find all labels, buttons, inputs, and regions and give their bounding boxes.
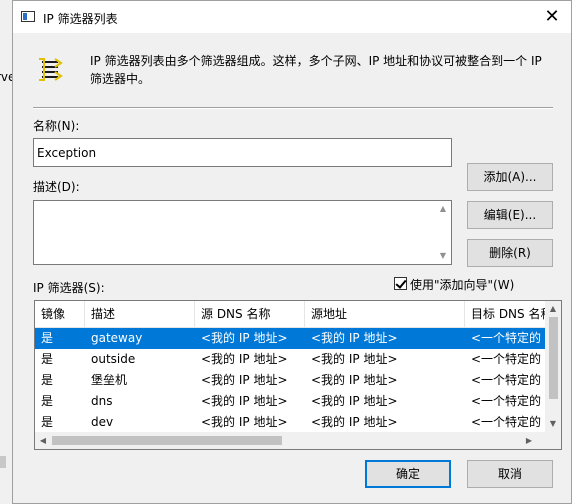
edit-button[interactable]: 编辑(E)... [467, 201, 553, 229]
cell-source-address: <我的 IP 地址> [311, 394, 398, 408]
list-vertical-scrollbar[interactable]: ▲ ▼ [545, 301, 561, 433]
cell-description: dev [91, 415, 114, 429]
info-description: IP 筛选器列表由多个筛选器组成。这样，多个子网、IP 地址和协议可被整合到一个… [90, 54, 542, 86]
ip-filter-list-dialog: IP 筛选器列表 ✕ IP 筛选器列表由多个筛选器组成。这样，多个子网、IP 地… [12, 0, 572, 504]
column-header-source-dns[interactable]: 源 DNS 名称 [195, 301, 305, 327]
scrollbar-corner [545, 432, 561, 449]
column-header-dest-dns[interactable]: 目标 DNS 名称 [465, 301, 545, 327]
cell-source-dns: <我的 IP 地址> [201, 352, 288, 366]
scroll-down-icon[interactable]: ▼ [435, 249, 451, 263]
list-header: 镜像 描述 源 DNS 名称 源地址 目标 DNS 名称 [35, 301, 545, 328]
table-row[interactable]: 是 outside <我的 IP 地址> <我的 IP 地址> <一个特定的 I… [35, 349, 545, 370]
column-header-description[interactable]: 描述 [85, 301, 195, 327]
scroll-left-icon[interactable]: ◀ [35, 434, 51, 448]
cell-dest-dns: <一个特定的 IP 地址> [471, 394, 545, 408]
cell-source-dns: <我的 IP 地址> [201, 373, 288, 387]
cell-source-address: <我的 IP 地址> [311, 331, 398, 345]
vertical-scroll-thumb[interactable] [549, 317, 558, 399]
cell-mirror: 是 [41, 394, 54, 408]
cell-mirror: 是 [41, 373, 54, 387]
cell-dest-dns: <一个特定的 IP 地址> [471, 373, 545, 387]
background-window-scrollbar [0, 456, 6, 468]
window-title: IP 筛选器列表 [43, 12, 118, 26]
cell-description: outside [91, 352, 136, 366]
cell-source-dns: <我的 IP 地址> [201, 394, 288, 408]
use-wizard-checkbox[interactable] [394, 277, 407, 290]
cell-description: gateway [91, 331, 143, 345]
cell-description: dns [91, 394, 113, 408]
name-field[interactable] [33, 138, 452, 167]
cell-mirror: 是 [41, 331, 54, 345]
scroll-down-icon[interactable]: ▼ [545, 417, 561, 431]
close-icon: ✕ [544, 6, 560, 27]
add-button[interactable]: 添加(A)... [467, 163, 553, 191]
close-button[interactable]: ✕ [533, 1, 571, 33]
table-row[interactable]: 是 dev <我的 IP 地址> <我的 IP 地址> <一个特定的 IP 地址… [35, 412, 545, 433]
remove-button[interactable]: 删除(R) [467, 239, 553, 267]
cell-dest-dns: <一个特定的 IP 地址> [471, 415, 545, 429]
ip-filters-label: IP 筛选器(S): [33, 281, 105, 295]
title-bar[interactable]: IP 筛选器列表 ✕ [13, 1, 571, 33]
table-row[interactable]: 是 dns <我的 IP 地址> <我的 IP 地址> <一个特定的 IP 地址… [35, 391, 545, 412]
filter-list-icon [39, 58, 63, 81]
window-icon [21, 11, 35, 22]
cell-source-address: <我的 IP 地址> [311, 373, 398, 387]
cell-source-address: <我的 IP 地址> [311, 352, 398, 366]
description-field[interactable]: ▲ ▼ [33, 200, 452, 265]
cell-mirror: 是 [41, 415, 54, 429]
list-horizontal-scrollbar[interactable]: ◀ ▶ [35, 432, 545, 449]
cell-source-address: <我的 IP 地址> [311, 415, 398, 429]
cell-source-dns: <我的 IP 地址> [201, 331, 288, 345]
scroll-up-icon[interactable]: ▲ [545, 302, 561, 316]
cell-dest-dns: <一个特定的 IP 地址> [471, 352, 545, 366]
description-scrollbar[interactable]: ▲ ▼ [435, 201, 451, 264]
cell-source-dns: <我的 IP 地址> [201, 415, 288, 429]
use-wizard-label[interactable]: 使用"添加向导"(W) [410, 276, 514, 293]
horizontal-scroll-thumb[interactable] [52, 436, 282, 445]
description-text [34, 201, 451, 207]
scroll-up-icon[interactable]: ▲ [435, 202, 451, 216]
cancel-button[interactable]: 取消 [467, 460, 553, 488]
name-label: 名称(N): [33, 119, 80, 133]
ok-button[interactable]: 确定 [365, 460, 451, 488]
cell-description: 堡垒机 [91, 373, 128, 387]
cell-mirror: 是 [41, 352, 54, 366]
column-header-mirror[interactable]: 镜像 [35, 301, 85, 327]
column-header-source-address[interactable]: 源地址 [305, 301, 465, 327]
table-row[interactable]: 是 gateway <我的 IP 地址> <我的 IP 地址> <一个特定的 I… [35, 328, 545, 349]
table-row[interactable]: 是 堡垒机 <我的 IP 地址> <我的 IP 地址> <一个特定的 IP 地址… [35, 370, 545, 391]
description-label: 描述(D): [33, 180, 80, 194]
scroll-right-icon[interactable]: ▶ [521, 434, 537, 448]
separator [33, 107, 553, 109]
ip-filter-list[interactable]: 镜像 描述 源 DNS 名称 源地址 目标 DNS 名称 是 gateway <… [34, 300, 562, 450]
cell-dest-dns: <一个特定的 IP 地址> [471, 331, 545, 345]
